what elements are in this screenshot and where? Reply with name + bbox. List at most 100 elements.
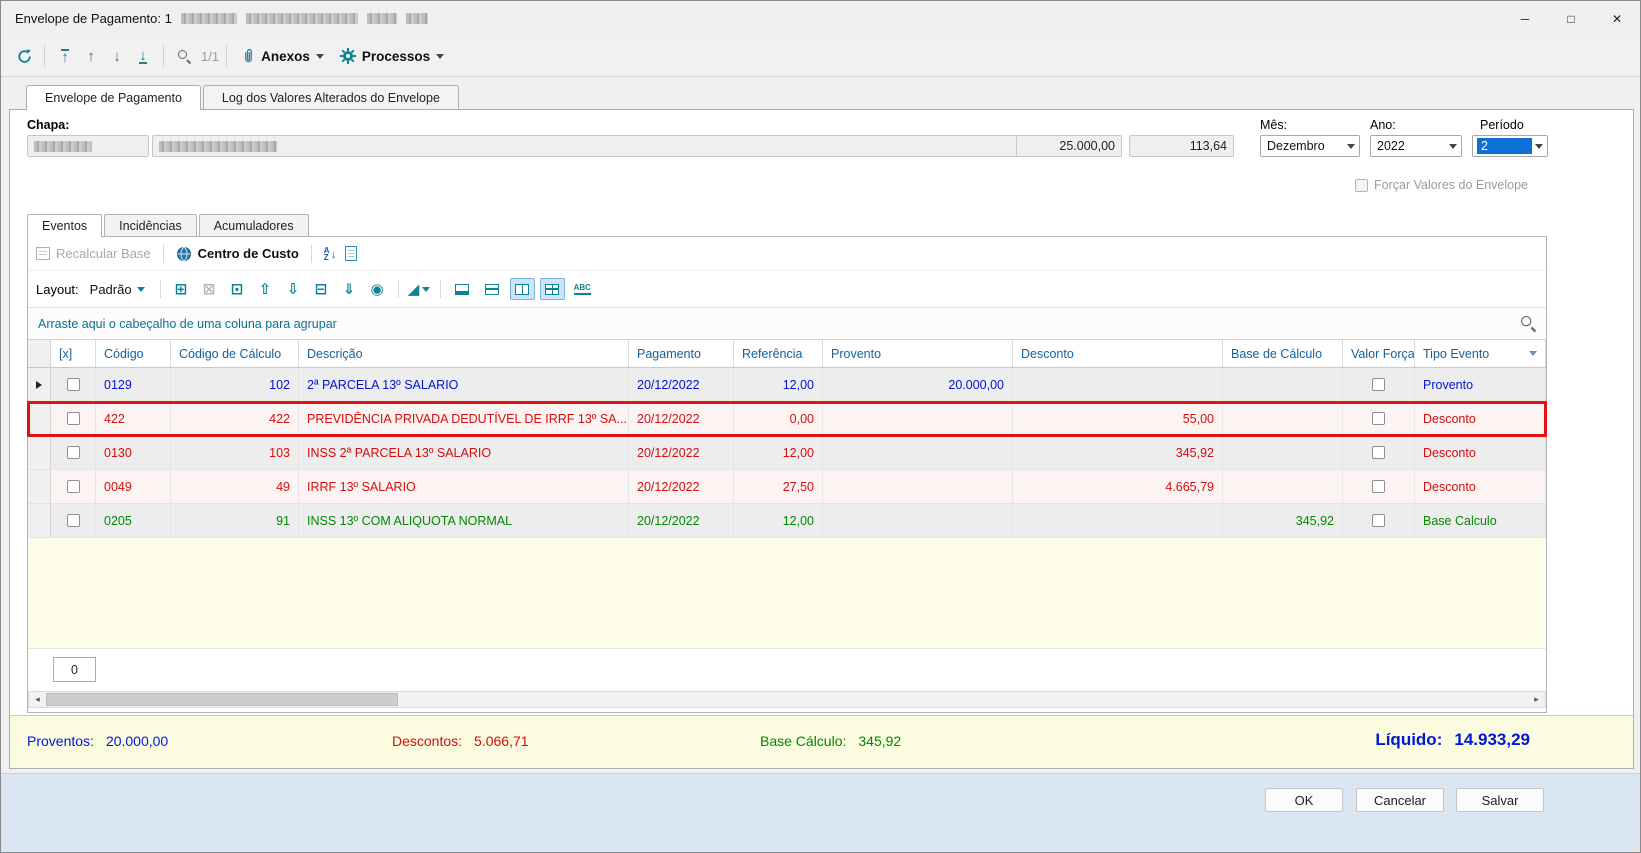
header-codigo[interactable]: Código <box>96 340 171 367</box>
centro-de-custo-button[interactable]: Centro de Custo <box>176 246 299 262</box>
cell-valor-forcado[interactable] <box>1343 436 1415 469</box>
scrollbar-thumb[interactable] <box>46 693 398 706</box>
valor-total-field[interactable]: 25.000,00 <box>1016 135 1122 157</box>
valor-forcado-checkbox[interactable] <box>1372 480 1385 493</box>
proventos-total: Proventos: 20.000,00 <box>27 733 168 749</box>
previous-record-button[interactable]: ↑ <box>78 41 104 71</box>
last-record-button[interactable]: ↓ <box>130 41 156 71</box>
view-single-icon[interactable] <box>450 278 475 300</box>
sphere-icon[interactable]: ◉ <box>366 279 389 300</box>
group-by-bar[interactable]: Arraste aqui o cabeçalho de uma coluna p… <box>28 308 1546 340</box>
row-check-cell[interactable] <box>51 504 96 537</box>
chapa-label: Chapa: <box>27 118 70 132</box>
header-base-calculo[interactable]: Base de Cálculo <box>1223 340 1343 367</box>
tab-acumuladores[interactable]: Acumuladores <box>198 214 309 236</box>
base-calculo-value: 345,92 <box>858 733 902 749</box>
row-check-cell[interactable] <box>51 436 96 469</box>
view-split-horizontal-icon[interactable] <box>480 278 505 300</box>
chapa-field[interactable] <box>27 135 149 157</box>
tab-envelope-de-pagamento[interactable]: Envelope de Pagamento <box>26 85 201 110</box>
checkbox-icon <box>1355 178 1368 192</box>
row-checkbox[interactable] <box>66 412 80 425</box>
first-record-button[interactable]: ↑ <box>52 41 78 71</box>
next-record-button[interactable]: ↓ <box>104 41 130 71</box>
tab-incidencias[interactable]: Incidências <box>104 214 197 236</box>
cell-codigo-calculo: 91 <box>171 504 299 537</box>
search-button[interactable] <box>171 41 197 71</box>
move-up-icon[interactable]: ⇧ <box>254 279 277 300</box>
header-provento[interactable]: Provento <box>823 340 1013 367</box>
valor-forcado-checkbox[interactable] <box>1372 446 1385 459</box>
anexos-button[interactable]: Anexos <box>234 41 332 71</box>
row-checkbox[interactable] <box>66 446 80 459</box>
row-check-cell[interactable] <box>51 402 96 435</box>
valor-forcado-checkbox[interactable] <box>1372 378 1385 391</box>
periodo-select[interactable]: 2 <box>1472 135 1548 157</box>
table-row[interactable]: 0205 91 INSS 13º COM ALIQUOTA NORMAL 20/… <box>28 504 1546 538</box>
header-descricao[interactable]: Descrição <box>299 340 629 367</box>
mes-select[interactable]: Dezembro <box>1260 135 1360 157</box>
salvar-button[interactable]: Salvar <box>1456 788 1544 812</box>
valor-forcado-checkbox[interactable] <box>1372 514 1385 527</box>
row-checkbox[interactable] <box>66 480 80 493</box>
processos-button[interactable]: Processos <box>332 41 452 71</box>
nome-field[interactable] <box>152 135 1020 157</box>
scroll-left-icon[interactable]: ◂ <box>29 692 46 707</box>
pin-down-icon[interactable]: ⇓ <box>338 279 361 300</box>
chart-icon[interactable]: ◢ <box>408 279 431 300</box>
cell-valor-forcado[interactable] <box>1343 470 1415 503</box>
header-pagamento[interactable]: Pagamento <box>629 340 734 367</box>
ok-button[interactable]: OK <box>1265 788 1343 812</box>
close-button[interactable]: ✕ <box>1594 1 1640 36</box>
redacted-text <box>245 13 358 24</box>
row-check-cell[interactable] <box>51 470 96 503</box>
filter-arrow-icon[interactable] <box>1529 351 1537 356</box>
export-grid-icon[interactable] <box>344 246 357 261</box>
tab-eventos[interactable]: Eventos <box>27 214 103 237</box>
header-valor-forcado[interactable]: Valor Forçado <box>1343 340 1415 367</box>
table-row-selected[interactable]: 422 422 PREVIDÊNCIA PRIVADA DEDUTÍVEL DE… <box>27 401 1547 437</box>
table-row[interactable]: 0049 49 IRRF 13º SALARIO 20/12/2022 27,5… <box>28 470 1546 504</box>
ano-select[interactable]: 2022 <box>1370 135 1462 157</box>
header-codigo-calculo[interactable]: Código de Cálculo <box>171 340 299 367</box>
horizontal-scrollbar[interactable]: ◂ ▸ <box>28 691 1546 708</box>
cell-valor-forcado[interactable] <box>1343 504 1415 537</box>
valor-forcado-checkbox[interactable] <box>1372 412 1385 425</box>
header-check[interactable]: [x] <box>51 340 96 367</box>
layout-preset-dropdown[interactable]: Padrão <box>84 280 151 299</box>
minimize-button[interactable]: ─ <box>1502 1 1548 36</box>
grid-search-icon[interactable] <box>1520 315 1537 332</box>
header-desconto[interactable]: Desconto <box>1013 340 1223 367</box>
spellcheck-icon[interactable]: ABC <box>573 283 591 295</box>
tab-log-valores-alterados[interactable]: Log dos Valores Alterados do Envelope <box>202 85 459 109</box>
separator <box>310 244 312 263</box>
view-grid-icon[interactable] <box>539 278 565 300</box>
cell-valor-forcado[interactable] <box>1343 402 1415 435</box>
scroll-right-icon[interactable]: ▸ <box>1528 692 1545 707</box>
proventos-label: Proventos: <box>27 733 94 749</box>
maximize-button[interactable]: □ <box>1548 1 1594 36</box>
cell-base-calculo <box>1223 470 1343 503</box>
row-check-cell[interactable] <box>51 368 96 401</box>
row-checkbox[interactable] <box>66 378 80 391</box>
sort-az-icon[interactable]: A Z ↓ <box>324 246 337 261</box>
cell-valor-forcado[interactable] <box>1343 368 1415 401</box>
header-label: Desconto <box>1021 346 1074 361</box>
header-referencia[interactable]: Referência <box>734 340 823 367</box>
refresh-button[interactable] <box>11 41 37 71</box>
tab-label: Incidências <box>119 218 182 233</box>
table-row[interactable]: 0129 102 2ª PARCELA 13º SALARIO 20/12/20… <box>28 368 1546 402</box>
cell-codigo: 0129 <box>96 368 171 401</box>
import-box-icon[interactable]: ⊡ <box>226 279 249 300</box>
move-down-icon[interactable]: ⇩ <box>282 279 305 300</box>
header-tipo-evento[interactable]: Tipo Evento <box>1415 340 1546 367</box>
panel-icon[interactable]: ⊟ <box>310 279 333 300</box>
cell-referencia: 12,00 <box>734 436 823 469</box>
cancelar-button[interactable]: Cancelar <box>1356 788 1444 812</box>
table-row[interactable]: 0130 103 INSS 2ª PARCELA 13º SALARIO 20/… <box>28 436 1546 470</box>
valor-hora-field[interactable]: 113,64 <box>1129 135 1234 157</box>
view-split-vertical-icon[interactable] <box>509 278 535 300</box>
row-checkbox[interactable] <box>66 514 80 527</box>
row-indicator-cell <box>28 436 51 469</box>
add-box-icon[interactable]: ⊞ <box>170 279 193 300</box>
